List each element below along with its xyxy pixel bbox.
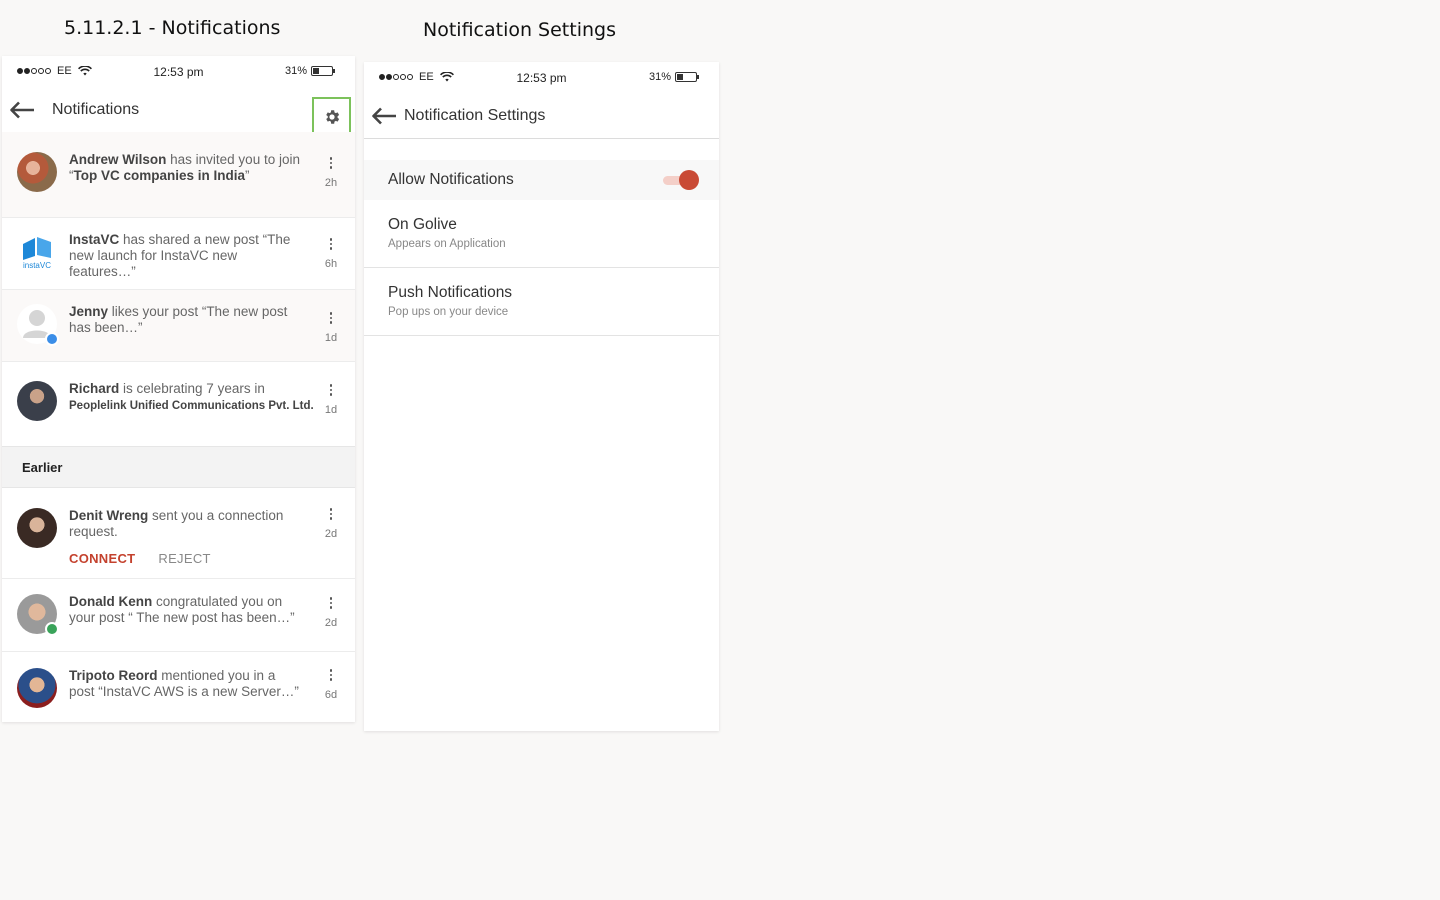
notification-item-denit-wreng[interactable]: Denit Wreng sent you a connection reques… xyxy=(2,488,355,579)
notification-item-tripoto-reord[interactable]: Tripoto Reord mentioned you in a post “I… xyxy=(2,652,355,721)
app-bar-divider xyxy=(364,138,719,139)
more-vert-icon[interactable] xyxy=(321,508,341,520)
setting-subtitle: Pop ups on your device xyxy=(388,306,509,318)
page-title: Notifications xyxy=(52,101,140,118)
page-title: Notification Settings xyxy=(404,107,546,124)
connect-button[interactable]: CONNECT xyxy=(69,551,135,566)
notification-text: InstaVC has shared a new post “The new l… xyxy=(69,232,291,279)
avatar xyxy=(17,304,59,346)
notifications-app-bar: Notifications xyxy=(2,88,355,136)
more-vert-icon[interactable] xyxy=(321,597,341,609)
notification-text: Andrew Wilson has invited you to join “T… xyxy=(69,152,300,183)
avatar xyxy=(17,152,57,192)
battery-percent: 31% xyxy=(648,71,671,83)
battery-indicator: 31% xyxy=(648,71,699,83)
notification-item-andrew-wilson[interactable]: Andrew Wilson has invited you to join “T… xyxy=(2,132,355,218)
like-badge-icon xyxy=(45,332,59,346)
reject-button[interactable]: REJECT xyxy=(158,551,210,566)
notification-time: 2h xyxy=(324,177,338,189)
settings-app-bar: Notification Settings xyxy=(364,94,719,138)
avatar xyxy=(17,668,57,708)
more-vert-icon[interactable] xyxy=(321,157,341,169)
notification-text: Tripoto Reord mentioned you in a post “I… xyxy=(69,668,299,699)
notification-time: 6h xyxy=(324,258,338,270)
setting-title: Push Notifications xyxy=(388,284,513,301)
notification-time: 1d xyxy=(324,332,338,344)
notification-item-donald-kenn[interactable]: Donald Kenn congratulated you on your po… xyxy=(2,579,355,652)
notification-text: Richard is celebrating 7 years in Peoplel… xyxy=(69,381,314,412)
setting-row-on-golive[interactable]: On Golive Appears on Application xyxy=(364,200,719,268)
avatar xyxy=(17,508,57,548)
battery-icon xyxy=(311,66,335,76)
more-vert-icon[interactable] xyxy=(321,384,341,396)
notification-settings-screen: EE 12:53 pm 31% Notification Settings Al… xyxy=(364,62,719,731)
notification-time: 2d xyxy=(324,528,338,540)
back-arrow-icon[interactable] xyxy=(371,106,399,126)
request-actions: CONNECT REJECT xyxy=(69,551,301,566)
setting-title: On Golive xyxy=(388,216,457,233)
gear-icon xyxy=(325,109,339,124)
notification-time: 2d xyxy=(324,617,338,629)
notification-item-richard[interactable]: Richard is celebrating 7 years in Peoplel… xyxy=(2,362,355,446)
more-vert-icon[interactable] xyxy=(321,312,341,324)
right-board-title: Notification Settings xyxy=(423,19,616,41)
avatar xyxy=(17,594,59,636)
battery-indicator: 31% xyxy=(284,65,335,77)
congrats-badge-icon xyxy=(45,622,59,636)
notifications-screen: EE 12:53 pm 31% Notifications Andrew Wil… xyxy=(2,56,355,722)
status-bar: EE 12:53 pm 31% xyxy=(2,56,355,88)
notification-item-jenny[interactable]: Jenny likes your post “The new post has … xyxy=(2,290,355,362)
allow-notifications-toggle[interactable] xyxy=(663,170,699,190)
allow-notifications-label: Allow Notifications xyxy=(388,171,514,188)
setting-row-push-notifications[interactable]: Push Notifications Pop ups on your devic… xyxy=(364,268,719,336)
battery-icon xyxy=(675,72,699,82)
notification-time: 6d xyxy=(324,689,338,701)
battery-percent: 31% xyxy=(284,65,307,77)
more-vert-icon[interactable] xyxy=(321,669,341,681)
back-arrow-icon[interactable] xyxy=(9,100,37,120)
avatar xyxy=(17,381,57,421)
section-header-earlier: Earlier xyxy=(2,446,355,488)
notification-time: 1d xyxy=(324,404,338,416)
notification-item-instavc[interactable]: instaVC InstaVC has shared a new post “T… xyxy=(2,218,355,290)
instavc-logo-text: instaVC xyxy=(23,261,51,270)
notification-text: Jenny likes your post “The new post has … xyxy=(69,304,288,335)
instavc-logo: instaVC xyxy=(17,232,57,272)
settings-button[interactable] xyxy=(312,97,351,136)
status-bar: EE 12:53 pm 31% xyxy=(364,62,719,94)
left-board-title: 5.11.2.1 - Notifications xyxy=(64,17,281,39)
notification-text: Denit Wreng sent you a connection reques… xyxy=(69,508,284,539)
notification-text: Donald Kenn congratulated you on your po… xyxy=(69,594,295,625)
setting-subtitle: Appears on Application xyxy=(388,238,506,250)
more-vert-icon[interactable] xyxy=(321,238,341,250)
allow-notifications-row: Allow Notifications xyxy=(364,160,719,200)
